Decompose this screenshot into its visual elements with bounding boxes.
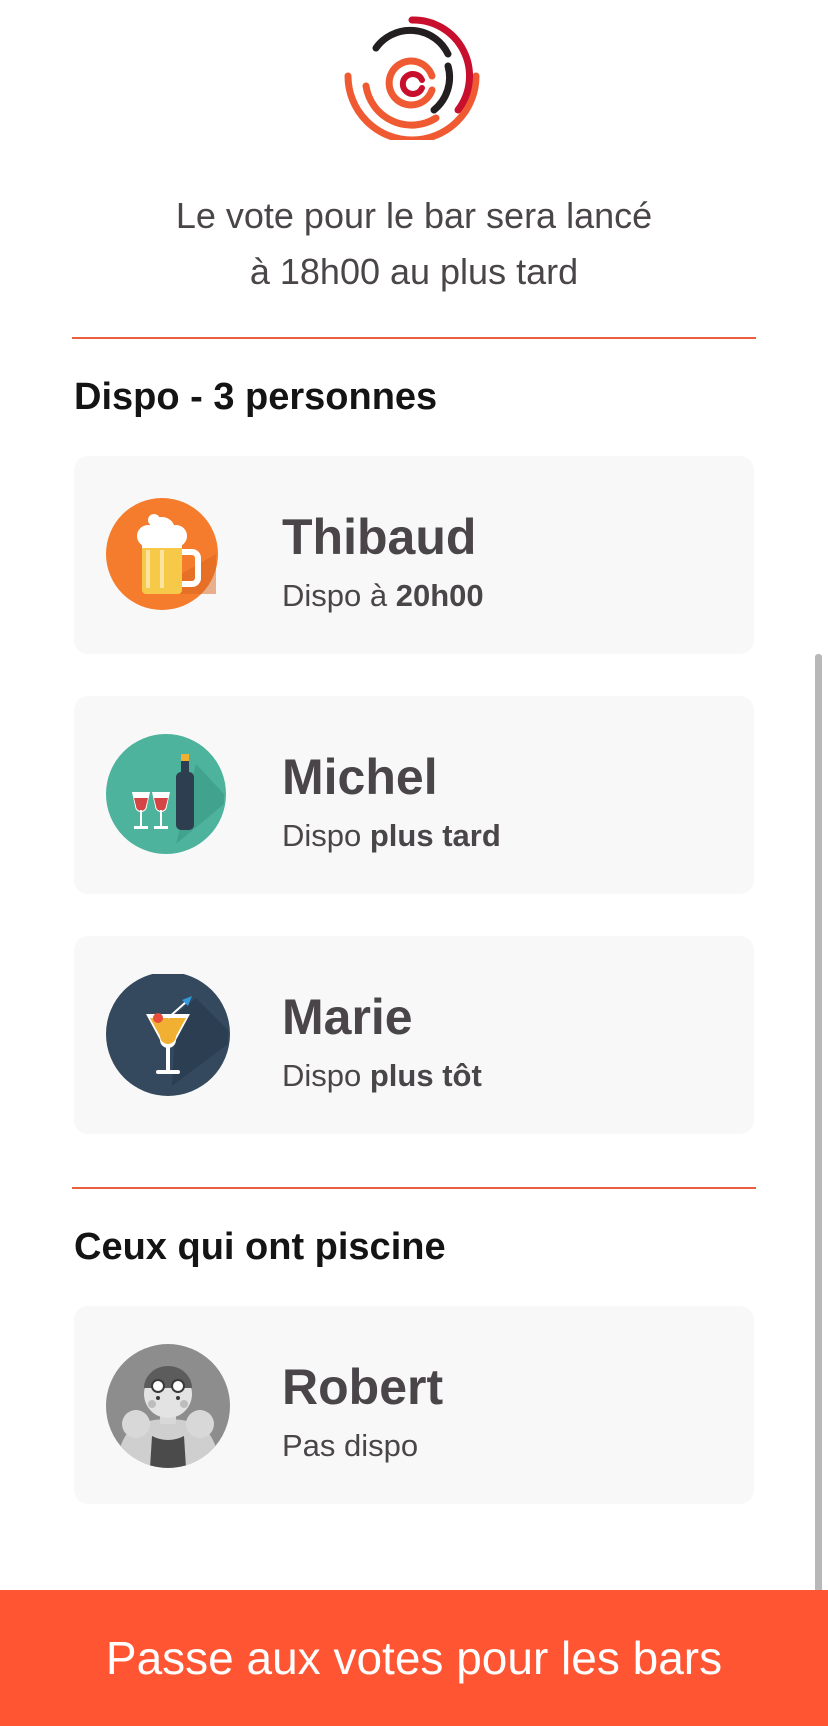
person-status: Dispo plus tard	[282, 818, 501, 853]
person-name: Marie	[282, 989, 413, 1045]
person-status: Dispo à 20h00	[282, 578, 484, 613]
person-card-robert[interactable]: Robert Pas dispo	[74, 1306, 754, 1504]
vote-intro-line-2: à 18h00 au plus tard	[249, 251, 579, 292]
section-title-unavailable: Ceux qui ont piscine	[74, 1226, 446, 1268]
cocktail-icon	[106, 974, 230, 1098]
vote-intro-line-1: Le vote pour le bar sera lancé	[175, 195, 653, 236]
person-card-thibaud[interactable]: Thibaud Dispo à 20h00	[74, 456, 754, 654]
section-title-available: Dispo - 3 personnes	[74, 376, 438, 418]
divider	[72, 337, 756, 339]
person-name: Michel	[282, 749, 438, 805]
go-to-bar-votes-button[interactable]: Passe aux votes pour les bars	[0, 1590, 828, 1726]
person-card-michel[interactable]: Michel Dispo plus tard	[74, 696, 754, 894]
person-status: Dispo plus tôt	[282, 1058, 482, 1093]
wine-glasses-icon	[106, 734, 230, 858]
divider	[72, 1187, 756, 1189]
beer-mug-icon	[106, 494, 230, 618]
swimmer-icon	[106, 1344, 230, 1468]
app-logo	[336, 14, 488, 144]
person-name: Robert	[282, 1359, 444, 1415]
vote-intro-text: Le vote pour le bar sera lancé à 18h00 a…	[0, 188, 828, 300]
person-card-marie[interactable]: Marie Dispo plus tôt	[74, 936, 754, 1134]
scrollbar[interactable]	[815, 654, 822, 1654]
person-status: Pas dispo	[282, 1428, 419, 1463]
person-name: Thibaud	[282, 509, 477, 565]
